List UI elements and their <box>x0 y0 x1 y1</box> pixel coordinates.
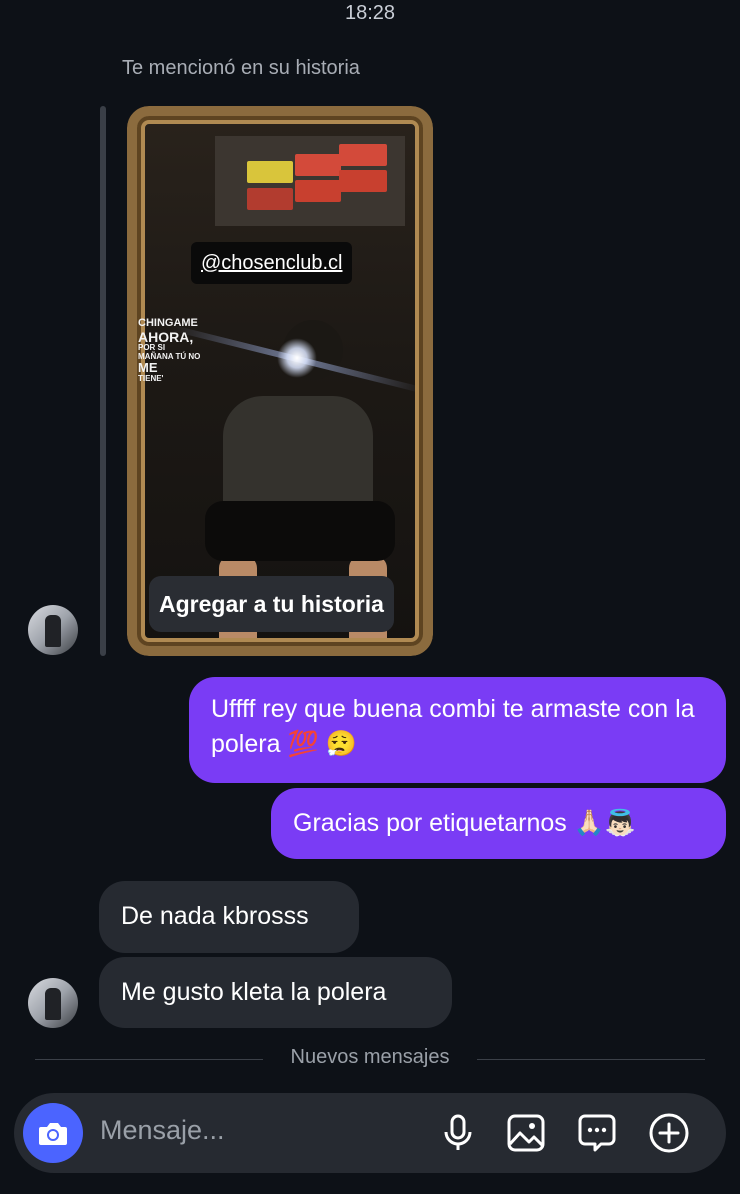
sticker-line: CHINGAME <box>138 317 198 329</box>
sticker-icon <box>578 1114 616 1152</box>
sticker-line: AHORA, <box>138 328 194 345</box>
message-composer: Mensaje... <box>14 1093 726 1173</box>
story-text-sticker: CHINGAME AHORA, POR SI MAÑANA TÚ NO ME T… <box>138 317 218 383</box>
add-icon <box>649 1113 689 1153</box>
avatar-figure <box>45 988 61 1020</box>
story-mention-tag[interactable]: @chosenclub.cl <box>191 242 353 284</box>
camera-icon <box>39 1123 67 1145</box>
sticker-button[interactable] <box>575 1111 619 1155</box>
avatar[interactable] <box>28 605 78 655</box>
microphone-button[interactable] <box>436 1111 480 1155</box>
add-to-story-button[interactable]: Agregar a tu historia <box>149 576 394 632</box>
story-mention-label: Te mencionó en su historia <box>122 57 360 79</box>
message-bubble-received[interactable]: Me gusto kleta la polera <box>99 957 452 1028</box>
gallery-button[interactable] <box>504 1111 548 1155</box>
avatar-figure <box>45 615 61 647</box>
camera-button[interactable] <box>23 1103 83 1163</box>
add-button[interactable] <box>647 1111 691 1155</box>
message-bubble-sent[interactable]: Uffff rey que buena combi te armaste con… <box>189 677 726 783</box>
avatar[interactable] <box>28 978 78 1028</box>
new-messages-label: Nuevos mensajes <box>290 1046 450 1068</box>
message-bubble-received[interactable]: De nada kbrosss <box>99 881 359 953</box>
message-input[interactable]: Mensaje... <box>100 1115 225 1146</box>
message-bubble-sent[interactable]: Gracias por etiquetarnos 🙏🏻👼🏻 <box>271 788 726 859</box>
new-messages-divider-line <box>477 1059 705 1060</box>
story-preview[interactable]: @chosenclub.cl CHINGAME AHORA, POR SI MA… <box>127 106 433 656</box>
microphone-icon <box>444 1114 472 1150</box>
gallery-icon <box>507 1114 545 1152</box>
status-time: 18:28 <box>344 2 396 24</box>
sticker-line: ME <box>138 360 158 376</box>
sticker-line: TIENE' <box>138 373 164 383</box>
story-reply-bar <box>100 106 106 656</box>
